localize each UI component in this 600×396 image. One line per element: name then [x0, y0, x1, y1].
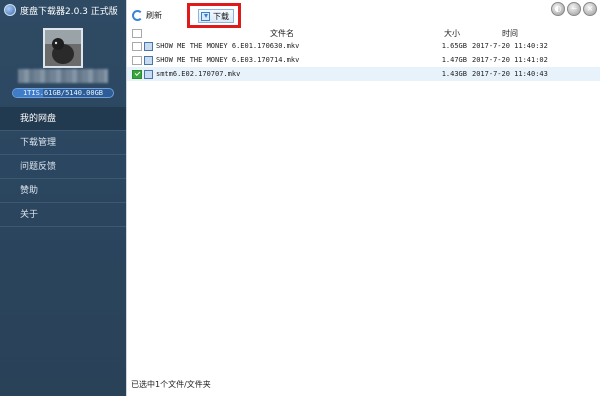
file-table: 文件名 大小 时间 SHOW ME THE MONEY 6.E01.170630…: [127, 27, 600, 81]
video-file-icon: [144, 41, 153, 51]
file-time: 2017-7-20 11:40:32: [472, 42, 548, 50]
video-file-icon: [144, 55, 153, 65]
checkmark-icon: [134, 69, 140, 76]
refresh-label: 刷新: [146, 11, 162, 20]
file-time: 2017-7-20 11:40:43: [472, 70, 548, 78]
file-size: 1.43GB: [441, 70, 467, 78]
header-size[interactable]: 大小: [444, 28, 460, 39]
table-row[interactable]: SHOW ME THE MONEY 6.E01.170630.mkv 1.65G…: [127, 39, 600, 53]
table-row[interactable]: SHOW ME THE MONEY 6.E03.170714.mkv 1.47G…: [127, 53, 600, 67]
sidebar: 度盘下载器2.0.3 正式版 1TIS.61GB/5140.00GB 我的网盘 …: [0, 0, 126, 396]
storage-quota-bar: 1TIS.61GB/5140.00GB: [12, 88, 114, 98]
refresh-button[interactable]: 刷新: [132, 10, 162, 21]
header-time[interactable]: 时间: [502, 28, 518, 39]
file-name: SHOW ME THE MONEY 6.E01.170630.mkv: [156, 42, 300, 50]
sidebar-item-my-disk[interactable]: 我的网盘: [0, 107, 126, 131]
sidebar-item-sponsor[interactable]: 赞助: [0, 179, 126, 203]
sidebar-item-download-manager[interactable]: 下载管理: [0, 131, 126, 155]
sidebar-nav: 我的网盘 下载管理 问题反馈 赞助 关于: [0, 107, 126, 227]
file-name: SHOW ME THE MONEY 6.E03.170714.mkv: [156, 56, 300, 64]
row-checkbox[interactable]: [132, 41, 142, 51]
row-checkbox[interactable]: [132, 69, 142, 79]
table-row[interactable]: smtm6.E02.170707.mkv 1.43GB 2017-7-20 11…: [127, 67, 600, 81]
app-title: 度盘下载器2.0.3 正式版: [20, 6, 118, 17]
minimize-icon[interactable]: −: [567, 2, 581, 16]
username-blurred: [18, 69, 108, 83]
file-size: 1.65GB: [441, 42, 467, 50]
avatar[interactable]: [43, 28, 83, 68]
video-file-icon: [144, 69, 153, 79]
window-controls: ◐ − ×: [551, 2, 597, 16]
app-logo-icon: [4, 4, 16, 16]
file-size: 1.47GB: [441, 56, 467, 64]
title-bar: 度盘下载器2.0.3 正式版: [0, 0, 126, 20]
main-panel: 刷新 下载 ◐ − × 文件名 大小 时间 SHOW ME THE MONEY …: [126, 0, 600, 396]
row-checkbox[interactable]: [132, 55, 142, 65]
storage-quota-text: 1TIS.61GB/5140.00GB: [22, 89, 104, 97]
sidebar-item-feedback[interactable]: 问题反馈: [0, 155, 126, 179]
select-all-checkbox[interactable]: [132, 28, 142, 38]
table-header: 文件名 大小 时间: [127, 27, 600, 39]
toolbar: 刷新 下载 ◐ − ×: [127, 0, 600, 28]
download-icon: [201, 11, 210, 21]
file-time: 2017-7-20 11:41:02: [472, 56, 548, 64]
status-text: 已选中1个文件/文件夹: [131, 380, 211, 389]
refresh-icon: [132, 10, 143, 21]
file-name: smtm6.E02.170707.mkv: [156, 70, 241, 78]
skin-icon[interactable]: ◐: [551, 2, 565, 16]
header-filename[interactable]: 文件名: [270, 28, 294, 39]
sidebar-item-about[interactable]: 关于: [0, 203, 126, 227]
download-button[interactable]: 下载: [198, 9, 234, 23]
download-label: 下载: [213, 11, 229, 21]
close-icon[interactable]: ×: [583, 2, 597, 16]
